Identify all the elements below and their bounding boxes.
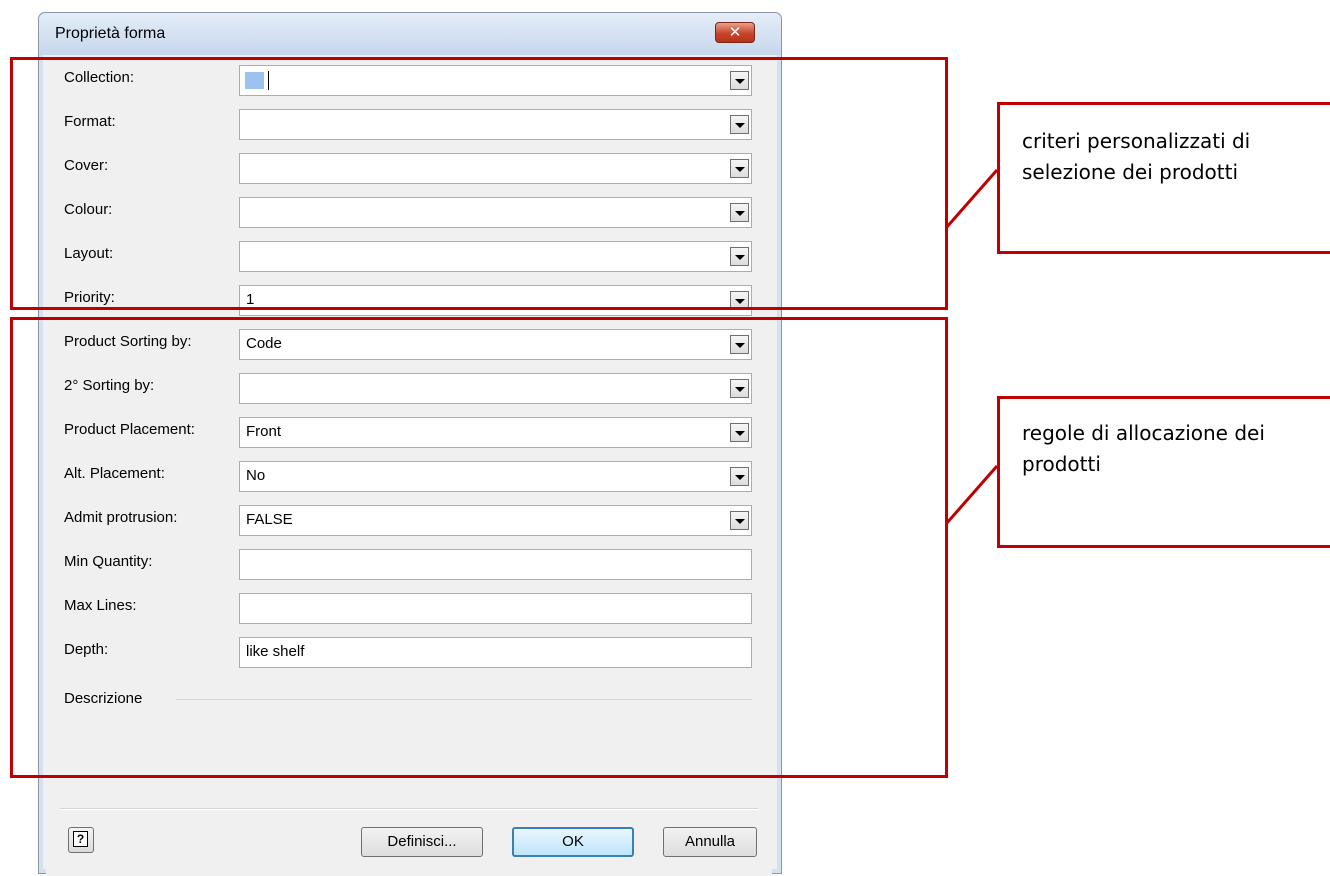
allocation-rules-highlight-box xyxy=(10,317,948,778)
title-bar: Proprietà forma ✕ xyxy=(39,13,781,55)
callout-line: criteri personalizzati di xyxy=(1022,129,1251,153)
selection-criteria-highlight-box xyxy=(10,57,948,310)
top-callout-connector xyxy=(944,169,999,229)
dialog-title: Proprietà forma xyxy=(55,25,166,42)
callout-line: selezione dei prodotti xyxy=(1022,160,1239,184)
define-button[interactable]: Definisci... xyxy=(361,827,483,857)
allocation-rules-callout-text: regole di allocazione dei prodotti xyxy=(1022,418,1265,480)
callout-line: prodotti xyxy=(1022,452,1101,476)
footer-divider xyxy=(60,808,758,810)
callout-line: regole di allocazione dei xyxy=(1022,421,1265,445)
close-icon: ✕ xyxy=(728,23,742,41)
cancel-button[interactable]: Annulla xyxy=(663,827,757,857)
selection-criteria-callout-text: criteri personalizzati di selezione dei … xyxy=(1022,126,1250,188)
help-icon: ? xyxy=(73,831,88,847)
bottom-callout-connector xyxy=(944,465,999,525)
help-button[interactable]: ? xyxy=(68,827,94,853)
close-button[interactable]: ✕ xyxy=(715,22,755,43)
ok-button[interactable]: OK xyxy=(512,827,634,857)
